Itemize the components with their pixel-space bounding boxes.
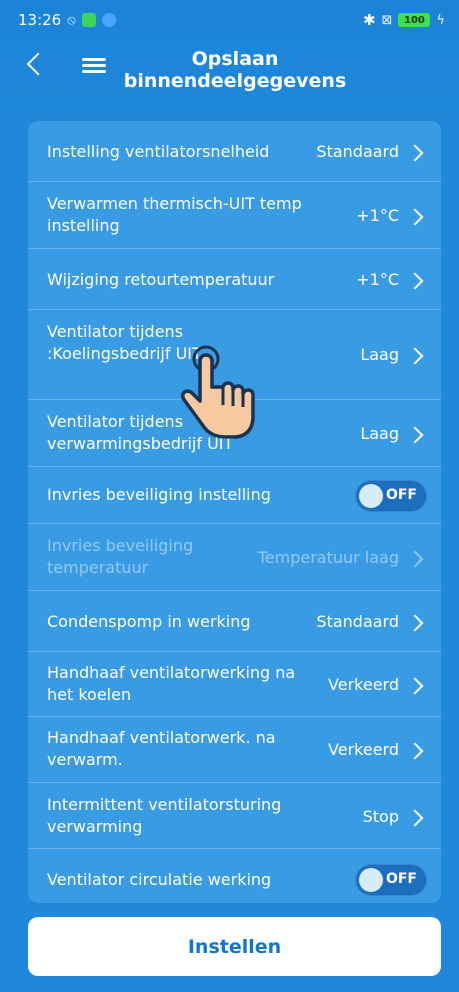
chevron-right-icon: [406, 550, 424, 568]
chevron-right-icon: [406, 426, 424, 444]
instellen-button[interactable]: Instellen: [28, 917, 441, 976]
chevron-right-icon: [406, 809, 424, 827]
setting-label: Handhaaf ventilatorwerk. na verwarm.: [47, 728, 276, 769]
setting-label: Handhaaf ventilatorwerking na het koelen: [47, 663, 296, 704]
chevron-right-icon: [406, 347, 424, 365]
setting-label: Verwarmen thermisch-UIT temp instelling: [47, 194, 302, 235]
phone-screen: 13:26 ⦸ ✱ ⊠ 100 ϟ Opslaan binnendeelgege…: [0, 0, 459, 992]
chevron-right-icon: [406, 742, 424, 760]
setting-label: Wijziging retourtemperatuur: [47, 270, 275, 289]
setting-value: Verkeerd: [328, 675, 399, 694]
setting-value: Stop: [362, 807, 399, 826]
setting-intermittent-fan-heating[interactable]: Intermittent ventilatorsturing verwarmin…: [28, 783, 441, 849]
setting-label: Ventilator tijdens verwarmingsbedrijf UI…: [47, 412, 234, 453]
setting-label: Intermittent ventilatorsturing verwarmin…: [47, 795, 282, 836]
setting-label: Ventilator circulatie werking: [47, 870, 272, 889]
setting-label: Ventilator tijdens :Koelingsbedrijf UIT: [47, 322, 202, 363]
setting-value: Temperatuur laag: [257, 548, 399, 567]
setting-value: Standaard: [316, 142, 399, 161]
setting-fan-cooling-off[interactable]: Ventilator tijdens :Koelingsbedrijf UIT …: [28, 310, 441, 400]
setting-condensate-pump[interactable]: Condenspomp in werking Standaard: [28, 591, 441, 652]
chevron-right-icon: [406, 614, 424, 632]
bluetooth-icon: ✱: [362, 11, 376, 29]
page-title: Opslaan binnendeelgegevens: [123, 48, 347, 92]
battery-icon: 100: [398, 13, 431, 27]
setting-fan-after-heating[interactable]: Handhaaf ventilatorwerk. na verwarm. Ver…: [28, 717, 441, 783]
toggle-state: OFF: [385, 871, 417, 887]
setting-fan-speed[interactable]: Instelling ventilatorsnelheid Standaard: [28, 121, 441, 182]
setting-label: Condenspomp in werking: [47, 612, 251, 631]
setting-heat-thermo-off-temp[interactable]: Verwarmen thermisch-UIT temp instelling …: [28, 182, 441, 249]
setting-label: Instelling ventilatorsnelheid: [47, 142, 270, 161]
setting-value: Laag: [360, 424, 399, 443]
status-bar: 13:26 ⦸ ✱ ⊠ 100 ϟ: [0, 0, 459, 40]
back-icon[interactable]: [26, 54, 44, 72]
menu-icon[interactable]: [82, 58, 106, 74]
setting-fan-heating-off[interactable]: Ventilator tijdens verwarmingsbedrijf UI…: [28, 400, 441, 467]
setting-freeze-protection: Invries beveiliging instelling OFF: [28, 467, 441, 524]
chevron-right-icon: [406, 677, 424, 695]
toggle-knob: [359, 484, 383, 508]
app-header: Opslaan binnendeelgegevens: [0, 40, 459, 102]
chevron-right-icon: [406, 144, 424, 162]
setting-value: Verkeerd: [328, 740, 399, 759]
setting-label: Invries beveiliging instelling: [47, 485, 271, 504]
setting-fan-after-cooling[interactable]: Handhaaf ventilatorwerking na het koelen…: [28, 652, 441, 717]
setting-fan-circulation: Ventilator circulatie werking OFF: [28, 849, 441, 903]
shield-icon: [101, 13, 116, 27]
setting-return-temp-change[interactable]: Wijziging retourtemperatuur +1°C: [28, 249, 441, 310]
sim-icon: ⊠: [381, 12, 393, 28]
fan-circulation-toggle[interactable]: OFF: [355, 864, 427, 896]
notification-off-icon: ⦸: [67, 12, 76, 28]
setting-value: +1°C: [356, 270, 399, 289]
setting-label: Invries beveiliging temperatuur: [47, 536, 194, 577]
toggle-knob: [359, 868, 383, 892]
app-notification-icon: [81, 13, 96, 27]
chevron-right-icon: [406, 208, 424, 226]
charging-icon: ϟ: [436, 12, 445, 28]
freeze-protection-toggle[interactable]: OFF: [355, 480, 427, 512]
setting-value: +1°C: [356, 206, 399, 225]
chevron-right-icon: [406, 272, 424, 290]
setting-value: Laag: [360, 345, 399, 364]
toggle-state: OFF: [385, 487, 417, 503]
setting-freeze-protection-temp: Invries beveiliging temperatuur Temperat…: [28, 524, 441, 591]
setting-value: Standaard: [316, 612, 399, 631]
settings-list: Instelling ventilatorsnelheid Standaard …: [28, 121, 441, 903]
status-time: 13:26: [18, 11, 62, 29]
